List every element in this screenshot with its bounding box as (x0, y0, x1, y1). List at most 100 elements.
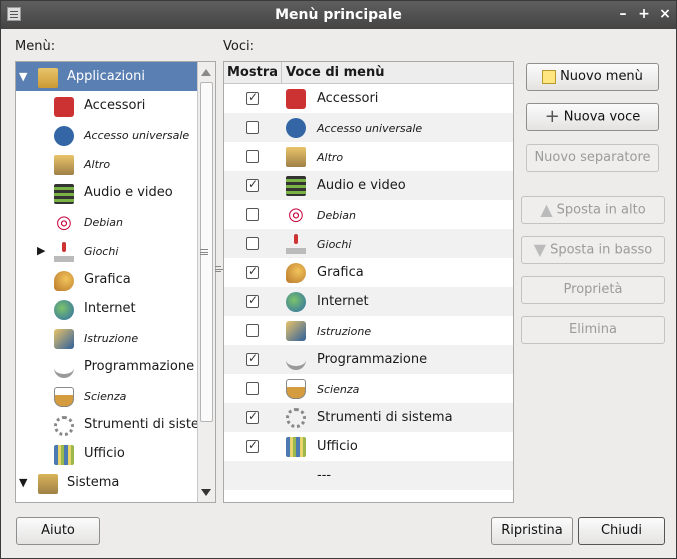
maximize-icon[interactable]: + (635, 5, 653, 23)
tree-item[interactable]: Altro (16, 149, 198, 178)
show-checkbox[interactable] (246, 293, 259, 308)
table-row[interactable]: Internet (224, 287, 513, 316)
table-row[interactable]: Grafica (224, 258, 513, 287)
table-row[interactable]: Audio e video (224, 171, 513, 200)
table-row-label: Audio e video (317, 178, 406, 193)
table-row[interactable]: Giochi (224, 229, 513, 258)
pane-resize-grip[interactable] (215, 266, 223, 272)
table-row-label: Altro (317, 151, 344, 164)
system-icon (38, 474, 58, 494)
column-header-item[interactable]: Voce di menù (283, 62, 385, 84)
tree-item[interactable]: Istruzione (16, 323, 198, 352)
titlebar[interactable]: Menù principale – + × (1, 1, 676, 29)
show-checkbox[interactable] (246, 438, 259, 453)
table-row-label: Programmazione (317, 352, 428, 367)
tree-item-label: Accessori (84, 98, 146, 113)
table-row[interactable]: Ufficio (224, 432, 513, 461)
multimedia-icon (54, 184, 74, 204)
tree-item[interactable]: Internet (16, 294, 198, 323)
table-header: Mostra Voce di menù (224, 62, 513, 84)
scroll-up-icon[interactable] (201, 69, 211, 76)
table-row[interactable]: Istruzione (224, 316, 513, 345)
tree-item[interactable]: Accesso universale (16, 120, 198, 149)
move-down-label: Sposta in basso (550, 242, 653, 258)
tree-item-label: Altro (84, 158, 111, 171)
arrow-up-icon: ▲ (540, 200, 553, 219)
expander-expanded-icon[interactable]: ▼ (19, 70, 27, 83)
table-row-label: Strumenti di sistema (317, 410, 453, 425)
new-separator-button[interactable]: Nuovo separatore (526, 144, 659, 172)
close-icon[interactable]: × (656, 5, 674, 23)
tree-item[interactable]: Ufficio (16, 439, 198, 468)
tree-item[interactable]: ▼ Sistema (16, 468, 198, 497)
table-row[interactable]: Scienza (224, 374, 513, 403)
tree-item[interactable]: ◎ Debian (16, 207, 198, 236)
move-down-button[interactable]: ▼ Sposta in basso (521, 236, 665, 264)
debian-icon: ◎ (288, 204, 304, 225)
table-row[interactable]: --- (224, 461, 513, 490)
tree-item[interactable]: Grafica (16, 265, 198, 294)
move-up-label: Sposta in alto (556, 202, 646, 218)
tree-item-label: Scienza (84, 390, 127, 403)
show-checkbox[interactable] (246, 208, 259, 221)
tree-item-label: Debian (84, 216, 123, 229)
graphics-icon (54, 271, 74, 291)
revert-button[interactable]: Ripristina (491, 517, 573, 545)
show-checkbox[interactable] (246, 409, 259, 424)
show-checkbox[interactable] (246, 351, 259, 366)
items-table[interactable]: Mostra Voce di menù Accessori Accesso uni… (223, 61, 514, 503)
show-checkbox[interactable] (246, 264, 259, 279)
expander-expanded-icon[interactable]: ▼ (19, 476, 27, 489)
close-button[interactable]: Chiudi (578, 517, 665, 545)
show-checkbox[interactable] (246, 90, 259, 105)
table-row[interactable]: ◎ Debian (224, 200, 513, 229)
table-row-label: Internet (317, 294, 369, 309)
table-row[interactable]: Strumenti di sistema (224, 403, 513, 432)
show-checkbox[interactable] (246, 324, 259, 337)
education-icon (54, 329, 74, 349)
tree-item[interactable]: Scienza (16, 381, 198, 410)
table-row-label: Istruzione (317, 325, 372, 338)
table-row[interactable]: Accesso universale (224, 113, 513, 142)
tree-item[interactable]: ▶ Giochi (16, 236, 198, 265)
tree-resize-grip[interactable] (200, 249, 208, 255)
science-icon (54, 387, 74, 407)
table-row[interactable]: Accessori (224, 84, 513, 113)
new-menu-button[interactable]: Nuovo menù (526, 63, 659, 91)
new-item-button[interactable]: + Nuova voce (526, 103, 659, 131)
show-checkbox[interactable] (246, 237, 259, 250)
tree-item-label: Istruzione (84, 332, 139, 345)
tree-item[interactable]: Accessori (16, 91, 198, 120)
tree-item[interactable]: ▼ Applicazioni (16, 62, 198, 91)
move-up-button[interactable]: ▲ Sposta in alto (521, 196, 665, 224)
table-row-label: Accessori (317, 91, 379, 106)
show-checkbox[interactable] (246, 382, 259, 395)
tree-scrollbar[interactable] (197, 62, 215, 502)
delete-button[interactable]: Elimina (521, 316, 665, 344)
graphics-icon (286, 263, 306, 283)
tree-item[interactable]: Audio e video (16, 178, 198, 207)
education-icon (286, 321, 306, 341)
properties-button[interactable]: Proprietà (521, 276, 665, 304)
help-button[interactable]: Aiuto (16, 517, 100, 545)
internet-icon (54, 300, 74, 320)
table-row[interactable]: Altro (224, 142, 513, 171)
tree-item[interactable]: Strumenti di sistema (16, 410, 215, 439)
tree-item[interactable]: Programmazione (16, 352, 198, 381)
tree-item-label: Internet (84, 301, 136, 316)
scroll-down-icon[interactable] (201, 489, 211, 496)
tree-item-label: Programmazione (84, 359, 195, 374)
menu-tree[interactable]: ▼ Applicazioni Accessori Accesso universale… (15, 61, 216, 503)
show-checkbox[interactable] (246, 177, 259, 192)
tree-item-label: Accesso universale (84, 129, 190, 142)
show-checkbox[interactable] (246, 121, 259, 134)
programming-icon (286, 350, 306, 370)
column-header-show[interactable]: Mostra (224, 62, 282, 84)
minimize-icon[interactable]: – (614, 5, 632, 23)
table-row[interactable]: Programmazione (224, 345, 513, 374)
new-item-label: Nuova voce (563, 109, 641, 125)
show-checkbox[interactable] (246, 150, 259, 163)
expander-collapsed-icon[interactable]: ▶ (37, 244, 45, 257)
games-icon (286, 234, 306, 254)
table-row-label: --- (317, 468, 332, 483)
